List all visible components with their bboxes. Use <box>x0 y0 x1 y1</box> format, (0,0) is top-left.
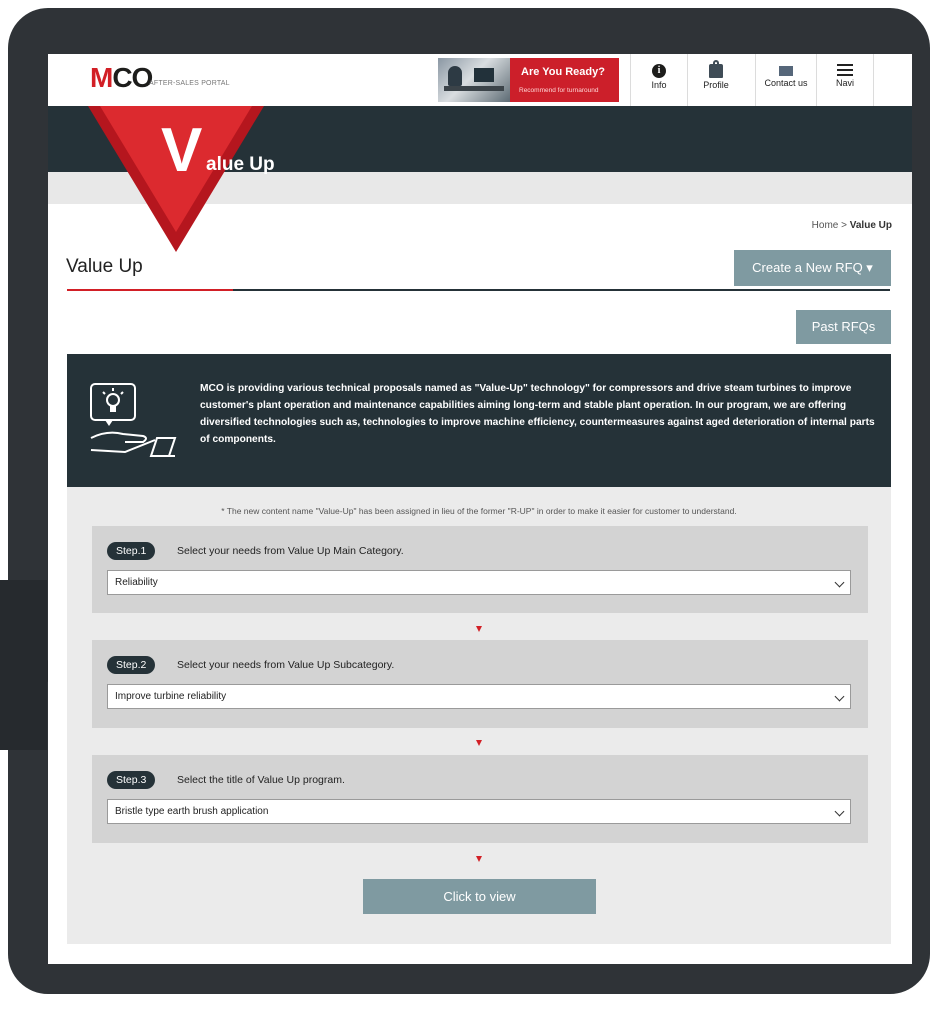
logo-m: M <box>90 62 113 93</box>
step-3-box: Step.3 Select the title of Value Up prog… <box>92 755 868 843</box>
info-icon: i <box>652 64 666 78</box>
breadcrumb-separator: > <box>841 220 847 231</box>
banner-desk <box>444 86 504 91</box>
app-screen: MCO AFTER-SALES PORTAL Are You Ready? Re… <box>48 54 912 964</box>
chevron-down-icon <box>834 691 845 702</box>
banner-monitor <box>474 68 494 82</box>
nav-contact-label: Contact us <box>764 78 808 88</box>
banner-photo <box>438 58 510 102</box>
nav-info-label: Info <box>651 80 667 90</box>
past-rfqs-button[interactable]: Past RFQs <box>796 310 891 344</box>
lightbulb-hand-icon <box>90 383 177 457</box>
rename-note: * The new content name "Value-Up" has be… <box>221 506 737 516</box>
nav-info[interactable]: i Info <box>630 54 687 106</box>
step-arrow-2 <box>476 740 482 746</box>
step-3-instruction: Select the title of Value Up program. <box>177 774 345 786</box>
page-title: Value Up <box>66 256 143 277</box>
nav-navi[interactable]: Navi <box>816 54 874 106</box>
main-category-select[interactable]: Reliability <box>107 570 851 595</box>
mail-icon <box>779 66 793 76</box>
intro-text: MCO is providing various technical propo… <box>200 383 875 445</box>
step-2-badge: Step.2 <box>107 656 156 674</box>
subcategory-select[interactable]: Improve turbine reliability <box>107 684 851 709</box>
step-1-box: Step.1 Select your needs from Value Up M… <box>92 526 868 613</box>
intro-panel: MCO is providing various technical propo… <box>67 354 891 487</box>
menu-icon <box>837 64 853 76</box>
step-2-instruction: Select your needs from Value Up Subcateg… <box>177 659 395 671</box>
step-2-box: Step.2 Select your needs from Value Up S… <box>92 640 868 728</box>
nav-contact[interactable]: Contact us <box>755 54 816 106</box>
chevron-down-icon <box>834 806 845 817</box>
step-arrow-1 <box>476 626 482 632</box>
banner-title: Are You Ready? <box>521 66 605 78</box>
create-rfq-button[interactable]: Create a New RFQ ▾ <box>734 250 891 286</box>
promo-banner[interactable]: Are You Ready? Recommend for turnaround <box>438 58 619 102</box>
side-callout-tab <box>0 580 47 750</box>
nav-navi-label: Navi <box>835 78 854 88</box>
step-arrow-3 <box>476 856 482 862</box>
breadcrumb-home[interactable]: Home <box>812 220 839 231</box>
top-header: MCO AFTER-SALES PORTAL Are You Ready? Re… <box>48 54 912 106</box>
banner-subtitle: Recommend for turnaround <box>519 87 599 94</box>
nav-profile[interactable]: Profile <box>687 54 744 106</box>
breadcrumb-current: Value Up <box>849 220 892 231</box>
program-title-value: Bristle type earth brush application <box>115 806 269 817</box>
step-1-instruction: Select your needs from Value Up Main Cat… <box>177 545 404 557</box>
hero-title: alue Up <box>206 154 275 175</box>
step-3-badge: Step.3 <box>107 771 156 789</box>
step-1-badge: Step.1 <box>107 542 156 560</box>
logo[interactable]: MCO <box>90 62 153 94</box>
program-title-select[interactable]: Bristle type earth brush application <box>107 799 851 824</box>
main-category-value: Reliability <box>115 577 158 588</box>
logo-subtitle: AFTER-SALES PORTAL <box>149 80 230 87</box>
nav-profile-label: Profile <box>703 80 729 90</box>
hero-v-letter: V <box>161 116 203 185</box>
logo-co: CO <box>112 62 153 93</box>
click-to-view-button[interactable]: Click to view <box>363 879 596 914</box>
breadcrumb: Home > Value Up <box>812 220 892 231</box>
profile-icon <box>709 60 723 78</box>
chevron-down-icon <box>834 577 845 588</box>
subcategory-value: Improve turbine reliability <box>115 691 227 702</box>
title-rule-accent <box>67 289 233 291</box>
banner-person <box>448 66 462 86</box>
